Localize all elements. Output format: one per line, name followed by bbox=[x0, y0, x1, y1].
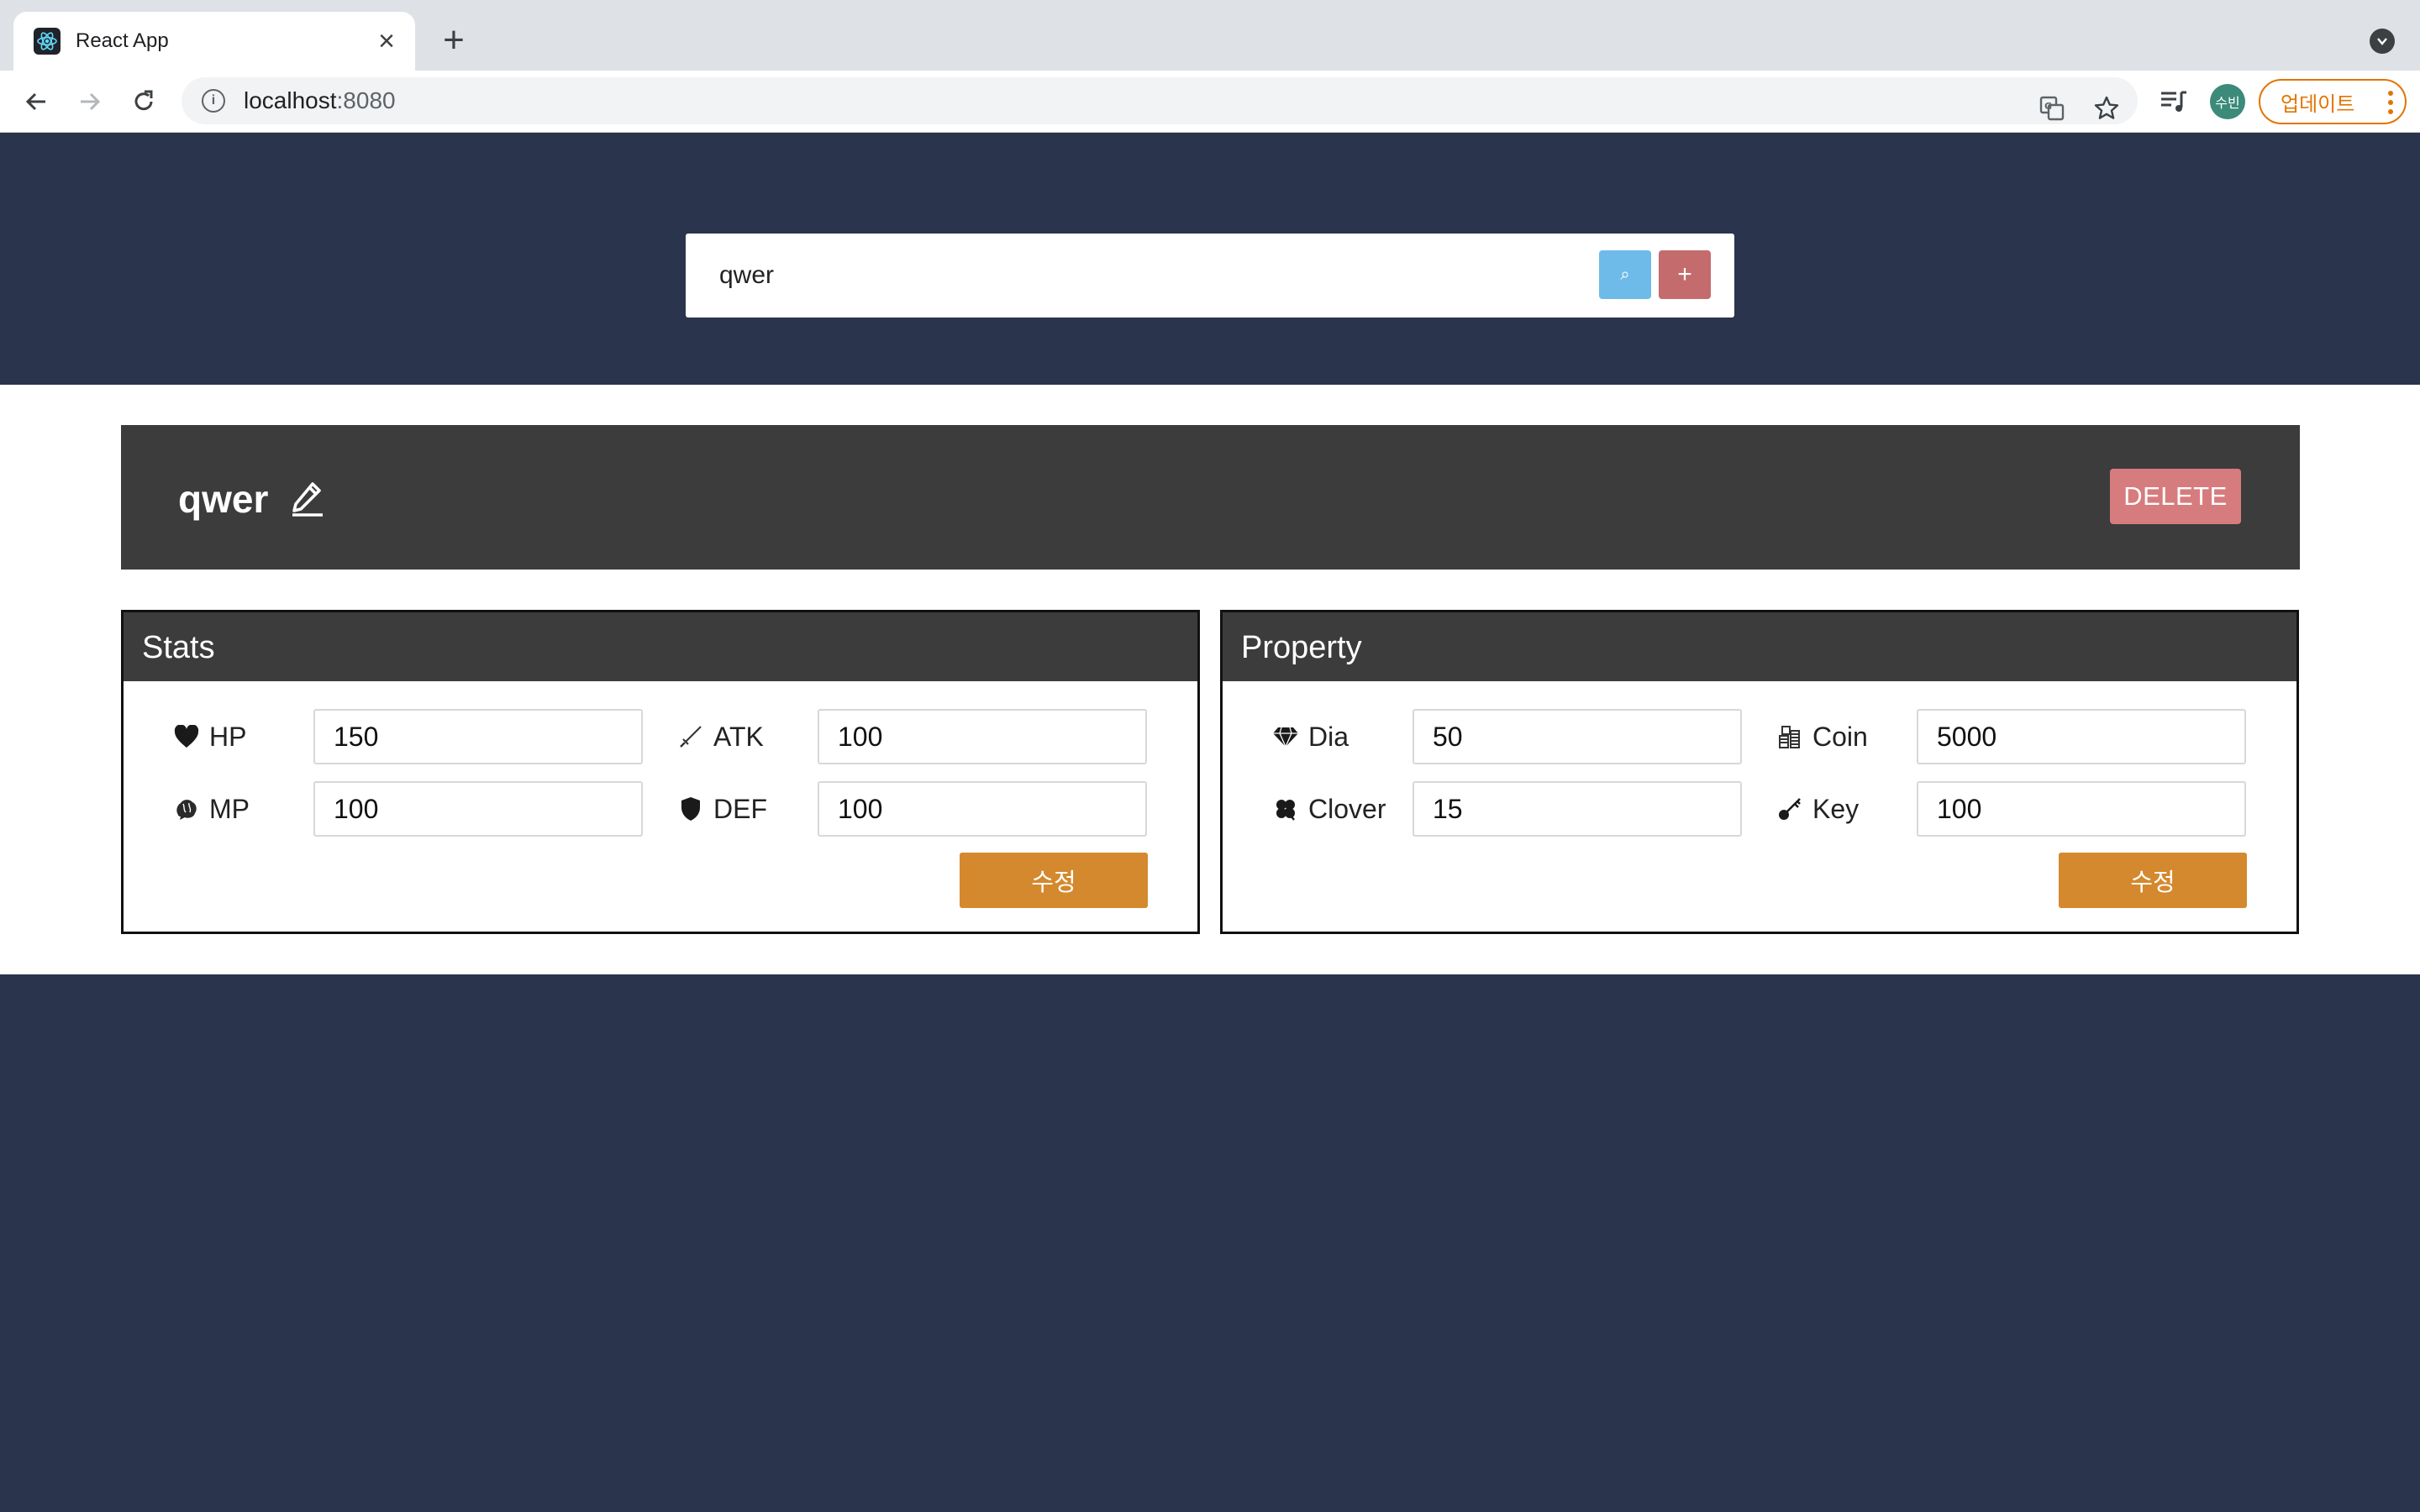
address-bar[interactable]: i localhost:8080 G bbox=[182, 77, 2138, 124]
stat-label: HP bbox=[209, 721, 247, 752]
mp-input[interactable]: 100 bbox=[313, 781, 643, 837]
property-label: Clover bbox=[1308, 793, 1386, 824]
hp-input[interactable]: 150 bbox=[313, 709, 643, 764]
tab-strip: React App × + bbox=[0, 0, 2420, 71]
svg-text:G: G bbox=[2044, 101, 2052, 112]
browser-tab[interactable]: React App × bbox=[13, 12, 415, 71]
profile-avatar[interactable]: 수빈 bbox=[2210, 84, 2245, 119]
tab-search-icon[interactable] bbox=[2370, 29, 2395, 54]
def-input[interactable]: 100 bbox=[818, 781, 1147, 837]
reload-icon[interactable] bbox=[124, 82, 163, 121]
react-logo-icon bbox=[34, 28, 60, 55]
browser-toolbar: i localhost:8080 G 수빈 업데이트 bbox=[0, 71, 2420, 133]
property-clover: Clover bbox=[1271, 781, 1386, 837]
update-label: 업데이트 bbox=[2281, 92, 2355, 116]
key-input[interactable]: 100 bbox=[1917, 781, 2246, 837]
property-coin: Coin bbox=[1776, 709, 1868, 764]
character-section: qwer DELETE Stats HP 150 ATK 100 MP 100 … bbox=[0, 385, 2420, 974]
property-panel: Property Dia 50 Coin 5000 Clover 15 Key … bbox=[1220, 610, 2299, 934]
stat-atk: ATK bbox=[676, 709, 764, 764]
search-bar: qwer ⌕ + bbox=[686, 234, 1734, 318]
search-button[interactable]: ⌕ bbox=[1599, 250, 1651, 299]
property-label: Coin bbox=[1812, 721, 1868, 752]
pencil-edit-icon[interactable] bbox=[287, 477, 328, 517]
browser-chrome: React App × + i localhost:8080 G 수빈 업데이트 bbox=[0, 0, 2420, 133]
stat-label: MP bbox=[209, 793, 250, 824]
tab-title: React App bbox=[76, 29, 169, 52]
stat-hp: HP bbox=[172, 709, 246, 764]
diamond-icon bbox=[1271, 722, 1300, 751]
property-panel-title: Property bbox=[1223, 612, 2296, 681]
search-section: qwer ⌕ + bbox=[0, 133, 2420, 385]
stat-label: DEF bbox=[713, 793, 767, 824]
stat-mp: MP bbox=[172, 781, 250, 837]
media-queue-icon[interactable] bbox=[2154, 82, 2193, 121]
url-text: localhost:8080 bbox=[244, 87, 396, 113]
character-header: qwer DELETE bbox=[121, 425, 2300, 570]
search-input[interactable]: qwer bbox=[719, 234, 774, 318]
translate-icon[interactable]: G bbox=[2033, 89, 2071, 128]
property-dia: Dia bbox=[1271, 709, 1349, 764]
clover-icon bbox=[1271, 795, 1300, 823]
add-button[interactable]: + bbox=[1659, 250, 1711, 299]
clover-input[interactable]: 15 bbox=[1413, 781, 1742, 837]
back-arrow-icon[interactable] bbox=[17, 82, 55, 121]
property-key: Key bbox=[1776, 781, 1859, 837]
page: qwer ⌕ + qwer DELETE Stats HP 150 ATK 10… bbox=[0, 133, 2420, 1512]
shield-icon bbox=[676, 795, 705, 823]
property-label: Key bbox=[1812, 793, 1860, 824]
forward-arrow-icon[interactable] bbox=[71, 82, 109, 121]
stat-label: ATK bbox=[713, 721, 764, 752]
coins-icon bbox=[1776, 722, 1804, 751]
new-tab-button[interactable]: + bbox=[434, 20, 474, 60]
sword-icon bbox=[676, 722, 705, 751]
atk-input[interactable]: 100 bbox=[818, 709, 1147, 764]
more-vert-icon[interactable] bbox=[2388, 91, 2393, 114]
stats-panel: Stats HP 150 ATK 100 MP 100 DEF 100 수정 bbox=[121, 610, 1200, 934]
delete-button[interactable]: DELETE bbox=[2110, 469, 2241, 524]
stats-panel-title: Stats bbox=[124, 612, 1197, 681]
tab-close-icon[interactable]: × bbox=[370, 24, 403, 58]
update-button[interactable]: 업데이트 bbox=[2259, 79, 2407, 124]
bookmark-star-icon[interactable] bbox=[2087, 89, 2126, 128]
heart-icon bbox=[172, 722, 201, 751]
character-name: qwer bbox=[178, 477, 269, 521]
brain-icon bbox=[172, 795, 201, 823]
property-save-button[interactable]: 수정 bbox=[2059, 853, 2247, 908]
key-icon bbox=[1776, 795, 1804, 823]
coin-input[interactable]: 5000 bbox=[1917, 709, 2246, 764]
property-label: Dia bbox=[1308, 721, 1349, 752]
stats-save-button[interactable]: 수정 bbox=[960, 853, 1148, 908]
stat-def: DEF bbox=[676, 781, 767, 837]
dia-input[interactable]: 50 bbox=[1413, 709, 1742, 764]
site-info-icon[interactable]: i bbox=[202, 89, 225, 113]
